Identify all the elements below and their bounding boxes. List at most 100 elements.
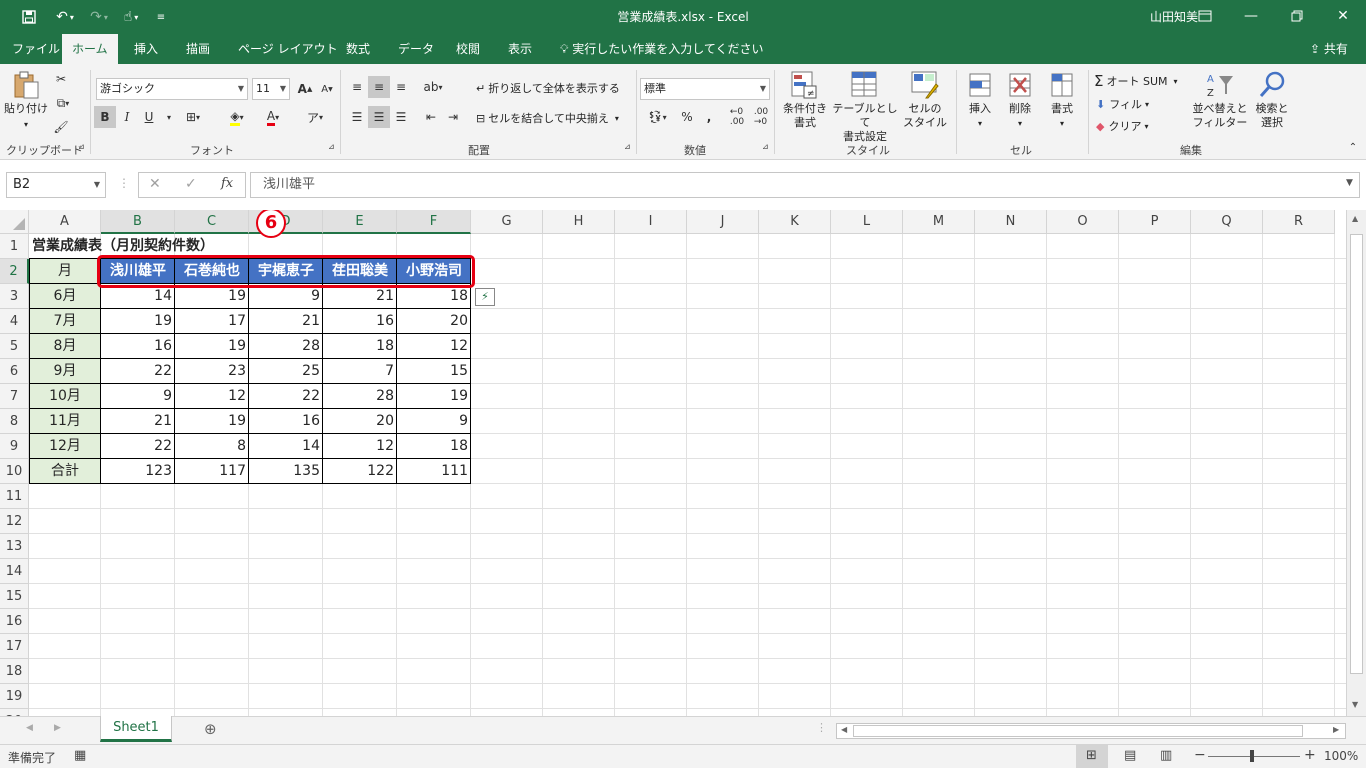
phonetic-button[interactable]: ア ▾	[304, 106, 326, 128]
value-cell[interactable]: 23	[175, 359, 249, 384]
tab-formulas[interactable]: 数式	[336, 34, 380, 64]
column-header-e[interactable]: E	[323, 210, 397, 234]
align-left-icon[interactable]: ☰	[346, 106, 368, 128]
sheet-next-icon[interactable]: ▶	[54, 723, 61, 733]
month-cell[interactable]: 9月	[29, 359, 101, 384]
value-cell[interactable]: 7	[323, 359, 397, 384]
insert-cells-button[interactable]: 挿入 ▾	[960, 70, 1000, 131]
value-cell[interactable]: 28	[249, 334, 323, 359]
sheet-tab-sheet1[interactable]: Sheet1	[100, 716, 172, 742]
ribbon-display-icon[interactable]	[1182, 0, 1228, 32]
decrease-indent-icon[interactable]: ⇤	[420, 106, 442, 128]
number-format-combo[interactable]: 標準 ▼	[640, 78, 770, 100]
sheet-prev-icon[interactable]: ◀	[26, 723, 33, 733]
row-header-18[interactable]: 18	[0, 659, 29, 684]
shrink-font-button[interactable]: A ▼	[316, 78, 338, 100]
tab-data[interactable]: データ	[388, 34, 444, 64]
value-cell[interactable]: 16	[101, 334, 175, 359]
select-all-corner[interactable]	[0, 210, 29, 234]
expand-formula-bar-icon[interactable]: ▼	[1346, 178, 1353, 188]
italic-button[interactable]: I	[116, 106, 138, 128]
column-header-p[interactable]: P	[1119, 210, 1191, 234]
value-cell[interactable]: 19	[397, 384, 471, 409]
value-cell[interactable]: 117	[175, 459, 249, 484]
value-cell[interactable]: 19	[175, 334, 249, 359]
column-header-l[interactable]: L	[831, 210, 903, 234]
value-cell[interactable]: 9	[101, 384, 175, 409]
column-header-r[interactable]: R	[1263, 210, 1335, 234]
horizontal-scroll-thumb[interactable]	[853, 725, 1303, 737]
column-header-o[interactable]: O	[1047, 210, 1119, 234]
tab-split-icon[interactable]: ⋮	[816, 721, 827, 734]
column-header-f[interactable]: F	[397, 210, 471, 234]
row-header-19[interactable]: 19	[0, 684, 29, 709]
alignment-launcher-icon[interactable]: ⊿	[624, 142, 631, 151]
formula-input[interactable]: 浅川雄平	[250, 172, 1360, 198]
row-header-5[interactable]: 5	[0, 334, 29, 359]
share-button[interactable]: ⇪ 共有	[1310, 34, 1348, 64]
value-cell[interactable]: 22	[101, 434, 175, 459]
value-cell[interactable]: 17	[175, 309, 249, 334]
align-center-icon[interactable]: ☰	[368, 106, 390, 128]
column-header-q[interactable]: Q	[1191, 210, 1263, 234]
month-cell[interactable]: 8月	[29, 334, 101, 359]
scroll-left-icon[interactable]: ◀	[841, 725, 847, 734]
macro-record-icon[interactable]: ▦	[74, 748, 86, 763]
vertical-scrollbar[interactable]: ▲ ▼	[1346, 210, 1366, 716]
month-cell[interactable]: 合計	[29, 459, 101, 484]
column-header-m[interactable]: M	[903, 210, 975, 234]
borders-icon[interactable]: ⊞ ▾	[182, 106, 204, 128]
row-header-6[interactable]: 6	[0, 359, 29, 384]
scroll-up-icon[interactable]: ▲	[1352, 214, 1358, 223]
row-header-16[interactable]: 16	[0, 609, 29, 634]
value-cell[interactable]: 20	[397, 309, 471, 334]
month-cell[interactable]: 7月	[29, 309, 101, 334]
merge-center-button[interactable]: ⊟ セルを結合して中央揃え ▾	[476, 110, 619, 126]
value-cell[interactable]: 8	[175, 434, 249, 459]
row-header-8[interactable]: 8	[0, 409, 29, 434]
increase-decimal-icon[interactable]: ←0.00	[726, 106, 748, 128]
insert-function-icon[interactable]: fx	[221, 176, 233, 191]
row-header-17[interactable]: 17	[0, 634, 29, 659]
autosum-button[interactable]: Σ オート SUM ▾	[1094, 72, 1178, 90]
quick-analysis-icon[interactable]: ⚡︎	[475, 288, 495, 306]
wrap-text-button[interactable]: ↵ 折り返して全体を表示する	[476, 80, 620, 96]
add-sheet-icon[interactable]: ⊕	[204, 720, 217, 738]
underline-button[interactable]: U	[138, 106, 160, 128]
tab-insert[interactable]: 挿入	[124, 34, 168, 64]
collapse-ribbon-icon[interactable]: ⌃	[1342, 136, 1364, 158]
value-cell[interactable]: 15	[397, 359, 471, 384]
horizontal-scrollbar[interactable]: ◀ ▶	[836, 723, 1346, 739]
value-cell[interactable]: 9	[397, 409, 471, 434]
paste-button[interactable]: 貼り付け ▾	[4, 70, 48, 132]
value-cell[interactable]: 19	[101, 309, 175, 334]
copy-icon[interactable]: ⧉ ▾	[52, 92, 74, 114]
align-bottom-icon[interactable]: ≡	[390, 76, 412, 98]
page-layout-view-icon[interactable]: ▤	[1124, 748, 1136, 763]
vertical-scroll-thumb[interactable]	[1350, 234, 1363, 674]
fill-button[interactable]: ⬇ フィル ▾	[1096, 96, 1149, 112]
tell-me-box[interactable]: 💡︎ 実行したい作業を入力してください	[560, 34, 764, 64]
column-header-b[interactable]: B	[101, 210, 175, 234]
row-header-11[interactable]: 11	[0, 484, 29, 509]
worksheet-grid[interactable]: ABCDEFGHIJKLMNOPQR1234567891011121314151…	[0, 210, 1346, 716]
column-header-j[interactable]: J	[687, 210, 759, 234]
confirm-entry-icon[interactable]: ✓	[185, 176, 197, 192]
column-header-k[interactable]: K	[759, 210, 831, 234]
row-header-7[interactable]: 7	[0, 384, 29, 409]
font-launcher-icon[interactable]: ⊿	[328, 142, 335, 151]
value-cell[interactable]: 19	[175, 409, 249, 434]
underline-dropdown-icon[interactable]: ▾	[158, 106, 180, 128]
format-cells-button[interactable]: 書式 ▾	[1042, 70, 1082, 131]
value-cell[interactable]: 20	[323, 409, 397, 434]
row-header-15[interactable]: 15	[0, 584, 29, 609]
align-middle-icon[interactable]: ≡	[368, 76, 390, 98]
align-right-icon[interactable]: ☰	[390, 106, 412, 128]
value-cell[interactable]: 14	[249, 434, 323, 459]
percent-button[interactable]: %	[676, 106, 698, 128]
row-header-12[interactable]: 12	[0, 509, 29, 534]
tab-review[interactable]: 校閲	[446, 34, 490, 64]
value-cell[interactable]: 135	[249, 459, 323, 484]
comma-button[interactable]: ,	[698, 106, 720, 128]
row-header-4[interactable]: 4	[0, 309, 29, 334]
